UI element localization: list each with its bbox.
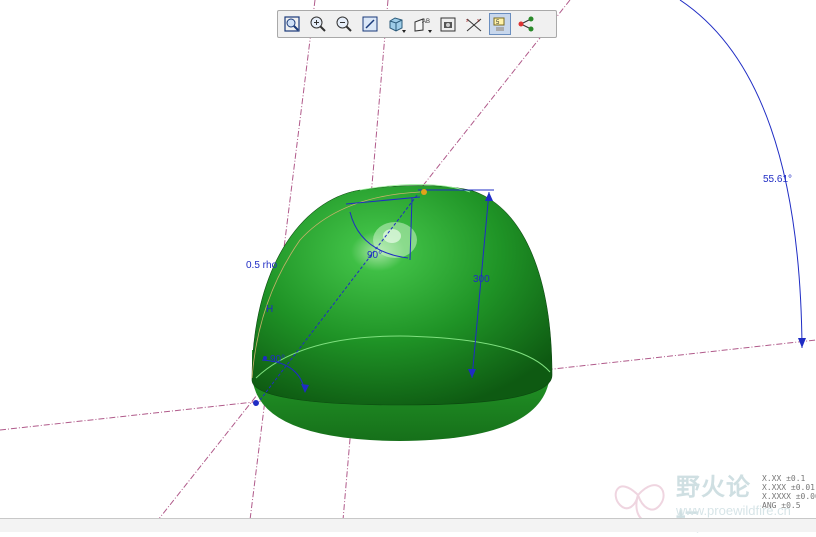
sketch-display-button[interactable]: 5 bbox=[489, 13, 511, 35]
view-manager-icon bbox=[440, 17, 456, 32]
tolerance-line: X.XXX ±0.01 bbox=[762, 483, 815, 492]
forum-watermark: 野火论坛 www.proewildfire.cn bbox=[608, 465, 791, 536]
svg-text:x: x bbox=[477, 18, 480, 24]
view-manager-button[interactable] bbox=[437, 13, 459, 35]
mid-point bbox=[263, 356, 267, 360]
view-toolbar: AB xx 5 bbox=[277, 10, 557, 38]
tolerance-line: X.XXXX ±0.00 bbox=[762, 492, 816, 501]
sketch-constraint-icon bbox=[518, 16, 534, 32]
tolerance-status: X.XX ±0.1 X.XXX ±0.01 X.XXXX ±0.00 ANG ±… bbox=[762, 474, 816, 510]
zoom-out-icon bbox=[336, 16, 352, 32]
sketch-display-icon: 5 bbox=[493, 17, 505, 31]
apex-point bbox=[421, 189, 427, 195]
repaint-icon bbox=[362, 16, 378, 32]
watermark-logo-icon bbox=[614, 484, 665, 522]
zoom-in-button[interactable] bbox=[307, 13, 329, 35]
arc-arrowhead bbox=[798, 338, 806, 348]
dome-shell bbox=[251, 185, 553, 406]
svg-text:AB: AB bbox=[422, 19, 430, 25]
arc-angle-label[interactable]: 55.61° bbox=[763, 174, 792, 185]
chevron-down-icon bbox=[428, 30, 432, 33]
zoom-out-button[interactable] bbox=[333, 13, 355, 35]
top-angle-label[interactable]: 90° bbox=[367, 250, 382, 261]
model-scene[interactable]: 55.61° 300 90° 90° 0.5 rho H bbox=[0, 0, 816, 531]
sketch-constraint-button[interactable] bbox=[515, 13, 537, 35]
height-arrow-top bbox=[485, 192, 493, 201]
height-label[interactable]: 300 bbox=[473, 274, 490, 285]
bottom-angle-label[interactable]: 90° bbox=[270, 354, 285, 365]
repaint-button[interactable] bbox=[359, 13, 381, 35]
origin-point bbox=[253, 400, 259, 406]
tolerance-line: X.XX ±0.1 bbox=[762, 474, 806, 483]
datum-display-button[interactable]: xx bbox=[463, 13, 485, 35]
datum-display-icon: xx bbox=[466, 18, 482, 32]
tolerance-line: ANG ±0.5 bbox=[762, 501, 801, 510]
display-style-button[interactable] bbox=[385, 13, 407, 35]
bottom-status-bar bbox=[0, 518, 816, 532]
graphics-window[interactable]: 55.61° 300 90° 90° 0.5 rho H AB x x 5 野火… bbox=[0, 0, 816, 536]
chevron-down-icon bbox=[402, 30, 406, 33]
dome-solid[interactable] bbox=[251, 184, 553, 441]
svg-text:x: x bbox=[466, 18, 469, 24]
saved-view-button[interactable]: AB bbox=[411, 13, 433, 35]
h-constraint-label[interactable]: H bbox=[266, 304, 273, 315]
zoom-in-icon bbox=[310, 16, 326, 32]
refit-icon bbox=[284, 16, 300, 32]
rho-label[interactable]: 0.5 rho bbox=[246, 260, 278, 271]
refit-button[interactable] bbox=[281, 13, 303, 35]
